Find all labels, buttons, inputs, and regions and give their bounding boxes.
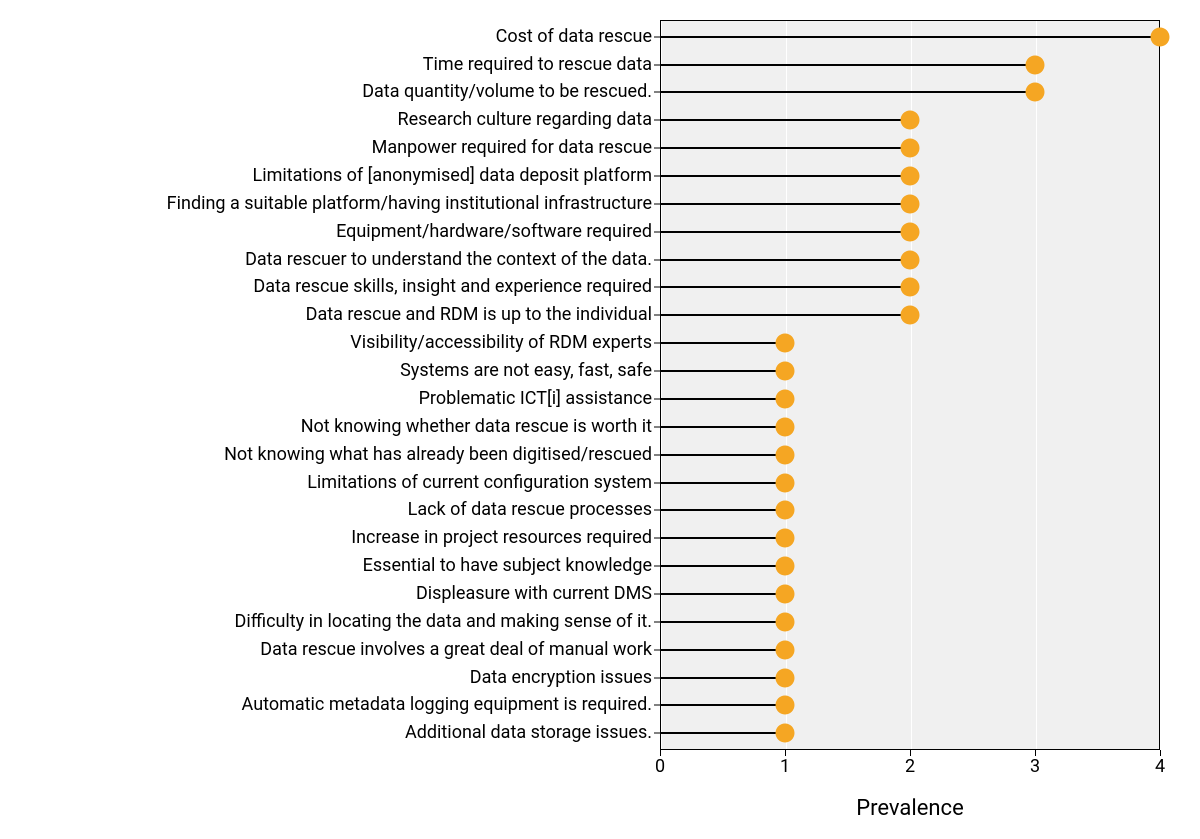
lollipop-chart: 0 1 2 3 4 Cost of data rescue Time required to… (0, 0, 1200, 839)
y-tick-label: Limitations of current configuration sys… (12, 474, 652, 492)
x-tick-label: 0 (655, 756, 665, 777)
y-tick-label: Finding a suitable platform/having insti… (12, 195, 652, 213)
lollipop-dot (776, 640, 795, 659)
y-tick-label: Additional data storage issues. (12, 724, 652, 742)
lollipop-dot (901, 250, 920, 269)
y-tick-label: Data encryption issues (12, 669, 652, 687)
grid-line (911, 21, 912, 749)
lollipop-dot (776, 334, 795, 353)
y-tick-label: Not knowing what has already been digiti… (12, 446, 652, 464)
y-tick-label: Limitations of [anonymised] data deposit… (12, 167, 652, 185)
y-tick-label: Data rescue skills, insight and experien… (12, 278, 652, 296)
y-tick-label: Manpower required for data rescue (12, 139, 652, 157)
y-tick-label: Time required to rescue data (12, 56, 652, 74)
lollipop-stem (660, 732, 785, 734)
lollipop-stem (660, 537, 785, 539)
lollipop-dot (776, 612, 795, 631)
lollipop-stem (660, 64, 1035, 66)
lollipop-dot (901, 194, 920, 213)
y-tick-label: Visibility/accessibility of RDM experts (12, 334, 652, 352)
lollipop-stem (660, 621, 785, 623)
grid-line (661, 21, 662, 749)
lollipop-dot (1026, 83, 1045, 102)
y-tick-label: Automatic metadata logging equipment is … (12, 696, 652, 714)
x-tick-label: 2 (905, 756, 915, 777)
y-tick-label: Cost of data rescue (12, 28, 652, 46)
lollipop-dot (776, 724, 795, 743)
lollipop-stem (660, 593, 785, 595)
y-tick-label: Systems are not easy, fast, safe (12, 362, 652, 380)
y-tick-label: Data quantity/volume to be rescued. (12, 83, 652, 101)
grid-line (1161, 21, 1162, 749)
x-tick-label: 4 (1155, 756, 1165, 777)
lollipop-stem (660, 482, 785, 484)
y-tick-label: Not knowing whether data rescue is worth… (12, 418, 652, 436)
lollipop-stem (660, 649, 785, 651)
lollipop-dot (776, 557, 795, 576)
lollipop-dot (901, 167, 920, 186)
lollipop-stem (660, 175, 910, 177)
lollipop-stem (660, 36, 1160, 38)
y-tick-label: Displeasure with current DMS (12, 585, 652, 603)
lollipop-stem (660, 342, 785, 344)
lollipop-stem (660, 370, 785, 372)
lollipop-dot (776, 389, 795, 408)
lollipop-stem (660, 203, 910, 205)
y-tick-label: Increase in project resources required (12, 529, 652, 547)
lollipop-dot (1151, 27, 1170, 46)
lollipop-stem (660, 677, 785, 679)
lollipop-stem (660, 119, 910, 121)
lollipop-dot (776, 668, 795, 687)
y-tick-label: Research culture regarding data (12, 111, 652, 129)
y-tick-label: Data rescue involves a great deal of man… (12, 641, 652, 659)
y-tick-label: Equipment/hardware/software required (12, 223, 652, 241)
lollipop-dot (901, 139, 920, 158)
lollipop-stem (660, 509, 785, 511)
lollipop-dot (1026, 55, 1045, 74)
lollipop-stem (660, 231, 910, 233)
lollipop-dot (776, 417, 795, 436)
lollipop-dot (776, 473, 795, 492)
x-tick-label: 1 (780, 756, 790, 777)
y-tick-label: Data rescuer to understand the context o… (12, 251, 652, 269)
y-tick-label: Essential to have subject knowledge (12, 557, 652, 575)
grid-line (1036, 21, 1037, 749)
y-tick-label: Problematic ICT[i] assistance (12, 390, 652, 408)
lollipop-dot (776, 501, 795, 520)
lollipop-dot (776, 529, 795, 548)
lollipop-dot (901, 278, 920, 297)
y-tick-label: Lack of data rescue processes (12, 501, 652, 519)
lollipop-dot (776, 584, 795, 603)
lollipop-dot (776, 362, 795, 381)
y-tick-label: Difficulty in locating the data and maki… (12, 613, 652, 631)
lollipop-stem (660, 147, 910, 149)
lollipop-stem (660, 91, 1035, 93)
y-tick-label: Data rescue and RDM is up to the individ… (12, 306, 652, 324)
lollipop-dot (776, 696, 795, 715)
lollipop-stem (660, 454, 785, 456)
lollipop-dot (776, 445, 795, 464)
lollipop-stem (660, 286, 910, 288)
x-tick-label: 3 (1030, 756, 1040, 777)
lollipop-dot (901, 111, 920, 130)
lollipop-stem (660, 565, 785, 567)
x-axis-label: Prevalence (856, 796, 963, 821)
lollipop-stem (660, 398, 785, 400)
lollipop-dot (901, 306, 920, 325)
lollipop-stem (660, 259, 910, 261)
lollipop-stem (660, 314, 910, 316)
lollipop-dot (901, 222, 920, 241)
lollipop-stem (660, 704, 785, 706)
lollipop-stem (660, 426, 785, 428)
